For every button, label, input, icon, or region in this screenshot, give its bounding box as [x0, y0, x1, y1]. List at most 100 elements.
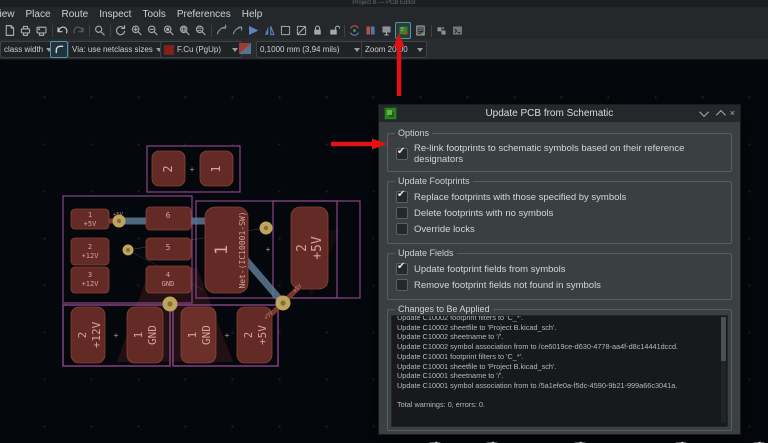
zoom-select[interactable]: Zoom 20,00	[361, 41, 427, 58]
rollup-icon[interactable]	[699, 107, 709, 117]
pad-number: 4	[166, 271, 170, 279]
toolbar-separator	[211, 25, 212, 37]
redo-icon[interactable]	[71, 23, 85, 38]
log-line: Update C10002 symbol association from to…	[397, 342, 722, 352]
update-fields-row[interactable]: Update footprint fields from symbols	[396, 263, 723, 275]
pad-number: 6	[166, 211, 171, 220]
update-pcb-dialog: Update PCB from Schematic × Options Re-l…	[378, 104, 741, 435]
replace-footprints-row[interactable]: Replace footprints with those specified …	[396, 191, 723, 203]
pad-net: +12V	[82, 280, 100, 288]
menu-preferences[interactable]: Preferences	[177, 9, 231, 20]
checkbox-unchecked-icon[interactable]	[396, 207, 408, 219]
log-total-line: Total warnings: 0, errors: 0.	[397, 400, 722, 410]
log-line: Update C10002 sheetfile to 'Project B.ki…	[397, 323, 722, 333]
toolbar-separator	[89, 25, 90, 37]
checkbox-unchecked-icon[interactable]	[396, 223, 408, 235]
kicad-pcb-icon	[384, 107, 397, 120]
via-size-select[interactable]: Via: use netclass sizes	[68, 41, 162, 58]
pad-number: 2	[161, 165, 175, 172]
footprint-library-icon[interactable]	[363, 23, 377, 38]
options-group-label: Options	[395, 128, 432, 138]
lock-icon[interactable]	[310, 23, 324, 38]
find-icon[interactable]	[92, 23, 106, 38]
changes-log[interactable]: Update C10002 footprint filters to 'C_*'…	[391, 315, 728, 427]
pad-net: +5V	[84, 220, 97, 228]
pad-number: 5	[166, 243, 171, 252]
override-locks-label: Override locks	[414, 224, 475, 235]
scripting-console-icon[interactable]	[450, 23, 464, 38]
dialog-title: Update PCB from Schematic	[401, 108, 698, 119]
via[interactable]	[113, 215, 126, 228]
update-pcb-from-schematic-icon[interactable]	[395, 22, 411, 39]
ungroup-icon[interactable]	[294, 23, 308, 38]
via[interactable]	[123, 245, 134, 256]
pad-net: GND	[200, 325, 213, 345]
layer-select[interactable]: F.Cu (PgUp)	[160, 41, 242, 58]
pad-number: 2	[76, 332, 89, 339]
plot-icon[interactable]	[34, 23, 48, 38]
checkbox-checked-icon[interactable]	[396, 191, 408, 203]
update-footprints-icon[interactable]	[347, 23, 361, 38]
undo-icon[interactable]	[55, 23, 69, 38]
track-width-select[interactable]: class width	[0, 41, 54, 58]
zoom-fit-icon[interactable]	[161, 23, 175, 38]
menu-route[interactable]: Route	[62, 9, 89, 20]
checkbox-checked-icon[interactable]	[396, 263, 408, 275]
via[interactable]	[276, 296, 291, 311]
pad-number: 1	[132, 332, 145, 339]
window-titlebar: Project B — PCB Editor	[0, 0, 768, 7]
mirror-icon[interactable]	[262, 23, 276, 38]
chevron-down-icon	[417, 48, 423, 52]
override-locks-row[interactable]: Override locks	[396, 223, 723, 235]
menu-tools[interactable]: Tools	[142, 9, 165, 20]
close-icon[interactable]: ×	[730, 109, 735, 118]
3d-viewer-icon[interactable]	[379, 23, 393, 38]
layer-pair-icon[interactable]	[238, 42, 252, 55]
import-arc-2-icon[interactable]	[230, 23, 244, 38]
delete-footprints-row[interactable]: Delete footprints with no symbols	[396, 207, 723, 219]
menu-place[interactable]: Place	[26, 9, 51, 20]
toolbar-separator	[431, 25, 432, 37]
options-group: Options Re-link footprints to schematic …	[387, 133, 732, 172]
pad-number: 1	[88, 211, 92, 219]
checkbox-checked-icon[interactable]	[396, 148, 408, 160]
menu-inspect[interactable]: Inspect	[99, 9, 131, 20]
via[interactable]	[163, 297, 178, 312]
pad-number: 1	[209, 165, 223, 172]
zoom-selection-icon[interactable]	[193, 23, 207, 38]
import-arc-1-icon[interactable]	[214, 23, 228, 38]
zoom-objects-icon[interactable]	[177, 23, 191, 38]
design-rules-check-icon[interactable]	[413, 23, 427, 38]
checkbox-unchecked-icon[interactable]	[396, 279, 408, 291]
log-scrollbar[interactable]	[721, 317, 726, 423]
via-size-value: Via: use netclass sizes	[72, 45, 153, 54]
scrollbar-thumb[interactable]	[721, 317, 726, 361]
grid-select[interactable]: 0,1000 mm (3,94 mils)	[256, 41, 364, 58]
plot-triangle-icon[interactable]	[246, 23, 260, 38]
zoom-in-icon[interactable]	[129, 23, 143, 38]
print-icon[interactable]	[18, 23, 32, 38]
relink-footprints-row[interactable]: Re-link footprints to schematic symbols …	[396, 143, 723, 165]
anchor-cross: +	[266, 245, 271, 254]
menu-help[interactable]: Help	[242, 9, 263, 20]
refresh-view-icon[interactable]	[113, 23, 127, 38]
zoom-out-icon[interactable]	[145, 23, 159, 38]
toolbar-separator	[52, 25, 53, 37]
rolldown-icon[interactable]	[716, 110, 726, 120]
anchor-cross: +	[225, 331, 230, 340]
menubar: View Place Route Inspect Tools Preferenc…	[0, 7, 768, 22]
log-line: Update C10001 symbol association from to…	[397, 381, 722, 391]
new-board-icon[interactable]	[2, 23, 16, 38]
track-corner-mode-button[interactable]	[50, 41, 68, 58]
dialog-titlebar[interactable]: Update PCB from Schematic ×	[379, 105, 740, 122]
menu-view[interactable]: View	[0, 9, 15, 20]
unlock-icon[interactable]	[326, 23, 340, 38]
remove-fields-row[interactable]: Remove footprint fields not found in sym…	[396, 279, 723, 291]
pcb-editor-window: Project B — PCB Editor View Place Route …	[0, 0, 768, 443]
log-line: Update C10001 sheetfile to 'Project B.ki…	[397, 362, 722, 372]
toolbar-separator	[110, 25, 111, 37]
update-fields-group: Update Fields Update footprint fields fr…	[387, 253, 732, 300]
plugin-icon[interactable]	[434, 23, 448, 38]
via[interactable]	[260, 222, 273, 235]
group-icon[interactable]	[278, 23, 292, 38]
